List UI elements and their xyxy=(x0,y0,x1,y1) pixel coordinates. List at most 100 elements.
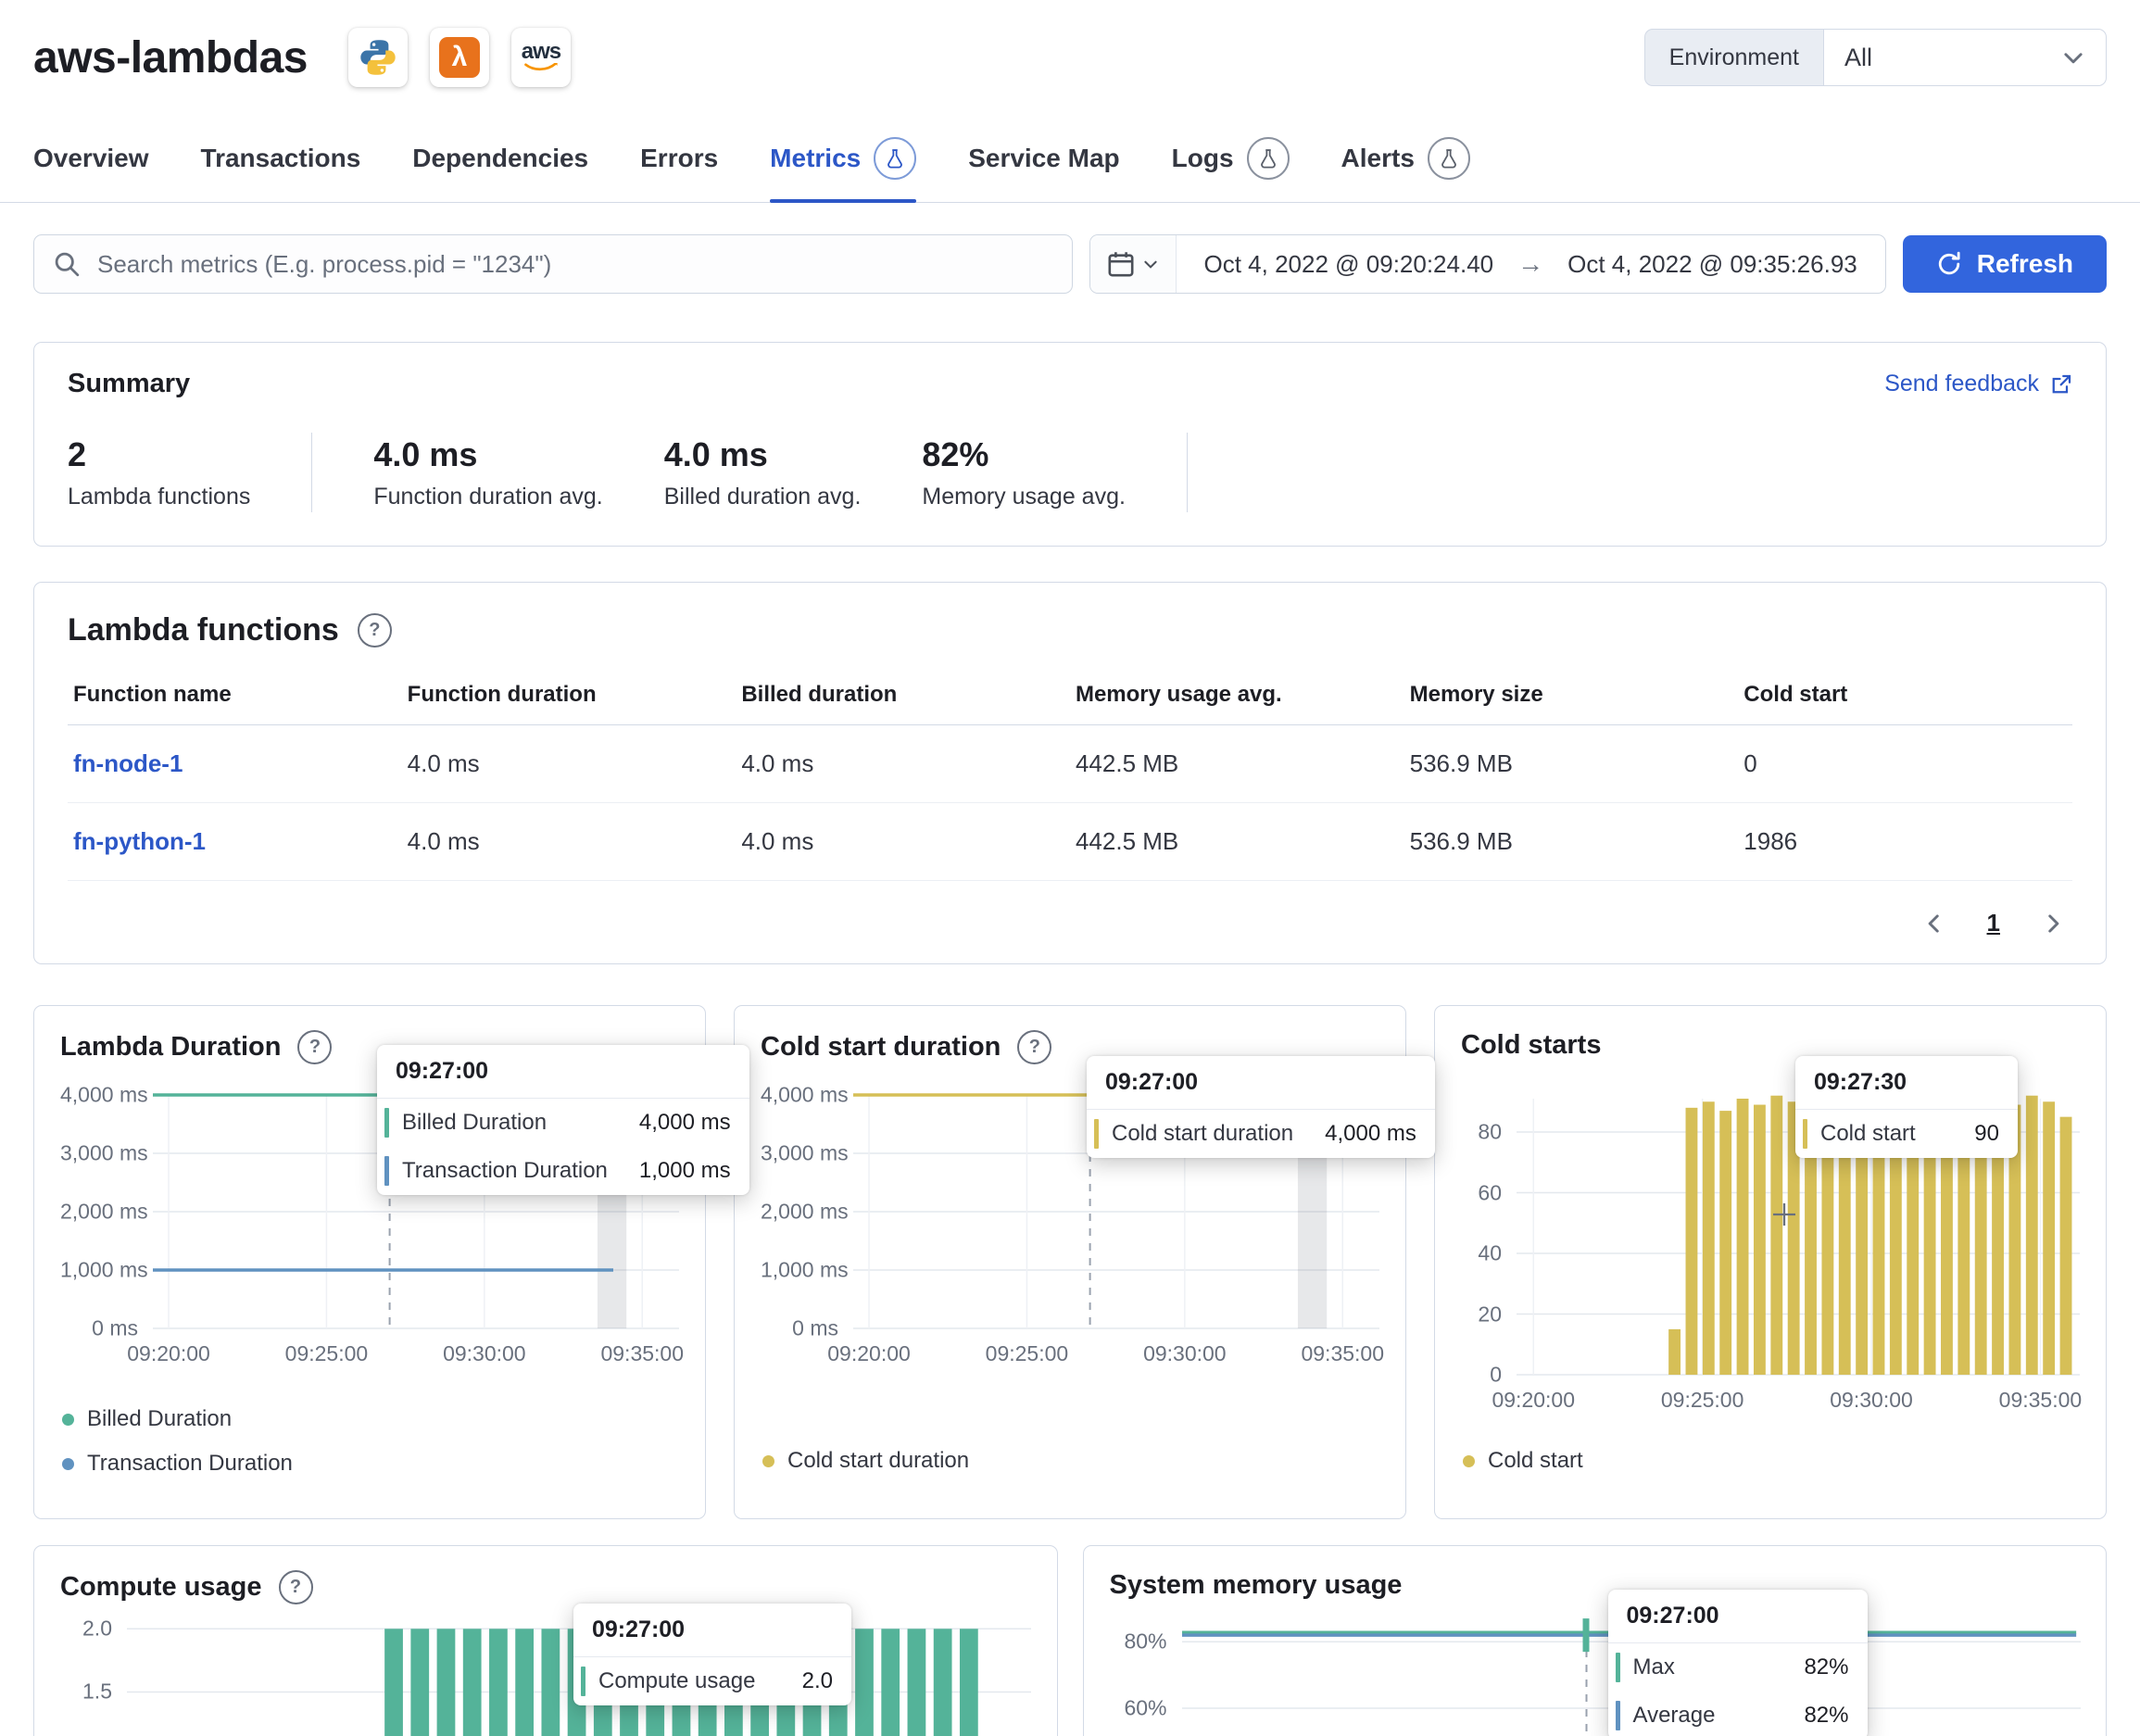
tooltip-label: Cold start xyxy=(1820,1121,1947,1147)
chart-title: System memory usage xyxy=(1110,1570,1403,1601)
summary-panel: Summary Send feedback 2 Lambda functions… xyxy=(33,342,2107,547)
y-axis-label: 60% xyxy=(1110,1695,1167,1720)
y-axis-label: 1,000 ms xyxy=(761,1258,838,1283)
legend-label: Cold start duration xyxy=(787,1448,969,1474)
y-axis-label: 0 ms xyxy=(761,1316,838,1341)
stat-lambda-functions: 2 Lambda functions xyxy=(68,435,250,510)
legend-item[interactable]: Cold start duration xyxy=(762,1448,969,1474)
y-axis-label: 2,000 ms xyxy=(761,1200,838,1225)
x-axis-label: 09:25:00 xyxy=(1661,1388,1744,1413)
chart-legend: Cold start duration xyxy=(762,1448,969,1474)
help-icon[interactable]: ? xyxy=(297,1030,332,1064)
page-number[interactable]: 1 xyxy=(1987,909,2000,937)
beaker-icon xyxy=(874,137,916,180)
send-feedback-link[interactable]: Send feedback xyxy=(1884,371,2072,397)
stat-billed-duration: 4.0 ms Billed duration avg. xyxy=(664,435,862,510)
column-header[interactable]: Function name xyxy=(68,682,402,725)
chart-legend: Billed Duration Transaction Duration xyxy=(62,1406,293,1477)
y-axis-label: 2.0 xyxy=(60,1616,112,1642)
refresh-icon xyxy=(1936,251,1962,277)
tooltip-time: 09:27:30 xyxy=(1795,1056,2018,1110)
start-date[interactable]: Oct 4, 2022 @ 09:20:24.40 xyxy=(1204,250,1494,279)
help-icon[interactable]: ? xyxy=(279,1570,313,1604)
column-header[interactable]: Billed duration xyxy=(736,682,1070,725)
apm-service-page: aws-lambdas λ aws Environment xyxy=(0,0,2140,1736)
legend-label: Cold start xyxy=(1488,1448,1583,1474)
tooltip-value: 90 xyxy=(1974,1121,2018,1147)
chevron-right-icon[interactable] xyxy=(2041,912,2065,936)
help-icon[interactable]: ? xyxy=(1017,1030,1051,1064)
tooltip-time: 09:27:00 xyxy=(377,1045,749,1099)
date-range-picker: Oct 4, 2022 @ 09:20:24.40 → Oct 4, 2022 … xyxy=(1089,234,1886,294)
chevron-left-icon[interactable] xyxy=(1922,912,1946,936)
chart-legend: Cold start xyxy=(1463,1448,1583,1474)
tab-metrics[interactable]: Metrics xyxy=(770,137,916,202)
tooltip-label: Average xyxy=(1633,1703,1747,1729)
function-link[interactable]: fn-node-1 xyxy=(68,725,402,803)
chart-tooltip: 09:27:00Cold start duration4,000 ms xyxy=(1087,1056,1435,1158)
beaker-icon xyxy=(1428,137,1470,180)
search-input[interactable] xyxy=(95,249,1053,280)
cell-memory-size: 536.9 MB xyxy=(1404,725,1739,803)
tab-dependencies[interactable]: Dependencies xyxy=(412,137,588,202)
tooltip-row: Cold start 90 xyxy=(1795,1110,2018,1158)
service-icons: λ aws xyxy=(348,28,571,87)
y-axis-label: 80% xyxy=(1110,1629,1167,1654)
tooltip-time: 09:27:00 xyxy=(573,1604,851,1657)
summary-stats: 2 Lambda functions 4.0 ms Function durat… xyxy=(68,433,2072,512)
series-mark xyxy=(1616,1653,1620,1682)
x-axis-label: 09:20:00 xyxy=(1492,1388,1575,1413)
aws-logo-icon: aws xyxy=(511,28,571,87)
tab-overview[interactable]: Overview xyxy=(33,137,149,202)
y-axis-label: 3,000 ms xyxy=(761,1141,838,1166)
environment-value: All xyxy=(1844,44,1872,72)
refresh-button[interactable]: Refresh xyxy=(1903,235,2107,293)
tab-alerts[interactable]: Alerts xyxy=(1341,137,1470,202)
cell-cold-start: 1986 xyxy=(1738,803,2072,881)
column-header[interactable]: Memory size xyxy=(1404,682,1739,725)
environment-label: Environment xyxy=(1644,29,1823,86)
column-header[interactable]: Function duration xyxy=(402,682,736,725)
series-mark xyxy=(384,1156,389,1186)
charts-bottom-row: Compute usage ? 2.01.51.00.50 09:27:00Co… xyxy=(33,1545,2107,1736)
function-link[interactable]: fn-python-1 xyxy=(68,803,402,881)
cell-cold-start: 0 xyxy=(1738,725,2072,803)
lambda-logo-icon: λ xyxy=(430,28,489,87)
tooltip-label: Transaction Duration xyxy=(402,1158,639,1184)
tab-errors[interactable]: Errors xyxy=(640,137,718,202)
series-mark xyxy=(384,1108,389,1138)
y-axis-label: 20 xyxy=(1461,1302,1502,1327)
tooltip-label: Max xyxy=(1633,1654,1706,1680)
legend-item[interactable]: Cold start xyxy=(1463,1448,1583,1474)
pagination: 1 xyxy=(68,909,2072,937)
chart-title: Cold starts xyxy=(1461,1030,1601,1061)
environment-select[interactable]: All xyxy=(1823,29,2107,86)
column-header[interactable]: Cold start xyxy=(1738,682,2072,725)
legend-item[interactable]: Billed Duration xyxy=(62,1406,293,1432)
end-date[interactable]: Oct 4, 2022 @ 09:35:26.93 xyxy=(1567,250,1857,279)
panel-title: Lambda functions xyxy=(68,612,339,648)
legend-item[interactable]: Transaction Duration xyxy=(62,1451,293,1477)
calendar-button[interactable] xyxy=(1090,235,1177,293)
tab-logs[interactable]: Logs xyxy=(1172,137,1290,202)
chart-tooltip: 09:27:00Compute usage2.0 xyxy=(573,1604,851,1705)
header: aws-lambdas λ aws Environment xyxy=(0,0,2140,87)
cold-starts-chart: Cold starts ? 80604020009:20:0009:25:000… xyxy=(1434,1005,2107,1519)
tab-service-map[interactable]: Service Map xyxy=(968,137,1119,202)
help-icon[interactable]: ? xyxy=(358,613,392,648)
x-axis-label: 09:20:00 xyxy=(827,1341,911,1366)
x-axis-label: 09:20:00 xyxy=(127,1341,210,1366)
charts-row: Lambda Duration ? 4,000 ms 3,000 ms 2,000 … xyxy=(33,1005,2107,1519)
stat-memory-usage: 82% Memory usage avg. xyxy=(922,435,1126,510)
tab-transactions[interactable]: Transactions xyxy=(201,137,361,202)
python-logo-icon xyxy=(348,28,408,87)
tooltip-value: 4,000 ms xyxy=(1325,1121,1435,1147)
legend-label: Transaction Duration xyxy=(87,1451,293,1477)
column-header[interactable]: Memory usage avg. xyxy=(1070,682,1404,725)
series-mark xyxy=(1616,1701,1620,1730)
metrics-toolbar: Oct 4, 2022 @ 09:20:24.40 → Oct 4, 2022 … xyxy=(0,234,2140,294)
chevron-down-icon xyxy=(1142,256,1159,272)
chart-title: Lambda Duration xyxy=(60,1032,281,1063)
y-axis-label: 1,000 ms xyxy=(60,1258,138,1283)
cell-memory-usage: 442.5 MB xyxy=(1070,803,1404,881)
